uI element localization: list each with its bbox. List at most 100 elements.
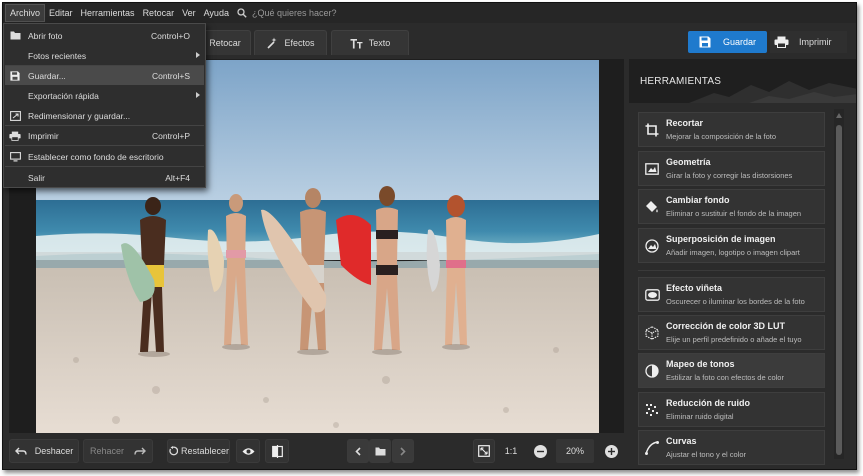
menu-item-label: Salir [28, 172, 46, 183]
folder-icon [375, 447, 385, 455]
print-button-label: Imprimir [799, 37, 832, 47]
tool-superposicion[interactable]: Superposición de imagen Añadir imagen, l… [638, 228, 825, 263]
tool-geometria-title: Geometría [666, 157, 711, 167]
menu-ayuda[interactable]: Ayuda [200, 4, 233, 22]
vignette-icon [644, 287, 660, 303]
zoom-out-button[interactable] [534, 445, 547, 458]
magic-wand-icon [267, 37, 277, 49]
app-window: Archivo Editar Herramientas Retocar Ver … [2, 2, 857, 470]
tab-retocar-label: Retocar [209, 38, 241, 48]
panel-scrollbar[interactable] [834, 109, 844, 459]
menu-item-label: Abrir foto [28, 30, 63, 41]
undo-button[interactable]: Deshacer [9, 439, 79, 463]
search-placeholder: ¿Qué quieres hacer? [251, 8, 337, 18]
zoom-in-button[interactable] [605, 445, 618, 458]
tool-curvas-desc: Ajustar el tono y el color [666, 450, 747, 459]
menu-archivo[interactable]: Archivo [5, 4, 46, 22]
chevron-left-icon [355, 446, 361, 456]
menu-item-abrir-foto[interactable]: Abrir foto Control+O [5, 26, 204, 45]
tool-cambiar-fondo-desc: Eliminar o sustituir el fondo de la imag… [666, 209, 802, 218]
zoom-value[interactable]: 20% [556, 439, 594, 463]
tab-texto[interactable]: Texto [331, 30, 409, 55]
print-button[interactable]: Imprimir [770, 31, 847, 53]
tool-recortar-desc: Mejorar la composición de la foto [666, 132, 777, 141]
menu-item-shortcut: Control+S [151, 70, 190, 81]
save-icon [699, 36, 711, 48]
tools-panel: HERRAMIENTAS Recortar Mejorar la composi… [629, 59, 856, 469]
menu-item-salir[interactable]: Salir Alt+F4 [5, 168, 204, 187]
menu-item-imprimir[interactable]: Imprimir Control+P [5, 126, 204, 145]
menu-item-label: Fotos recientes [28, 50, 87, 61]
fit-screen-button[interactable] [473, 439, 495, 463]
tool-mapeo-tonos[interactable]: Mapeo de tonos Estilizar la foto con efe… [638, 353, 825, 388]
save-button-label: Guardar [722, 37, 757, 47]
menu-item-label: Guardar... [28, 70, 66, 81]
tool-correccion-lut-title: Corrección de color 3D LUT [666, 321, 786, 331]
menu-item-label: Establecer como fondo de escritorio [28, 151, 164, 162]
tool-mapeo-tonos-desc: Estilizar la foto con efectos de color [666, 373, 784, 382]
redo-label: Rehacer [89, 446, 125, 456]
preview-button[interactable] [236, 439, 260, 463]
tool-cambiar-fondo[interactable]: Cambiar fondo Eliminar o sustituir el fo… [638, 189, 825, 224]
menu-item-shortcut: Alt+F4 [165, 172, 190, 183]
tool-reduccion-ruido[interactable]: Reducción de ruido Eliminar ruido digita… [638, 392, 825, 427]
monitor-icon [6, 151, 24, 162]
reset-icon [169, 446, 178, 456]
tab-efectos[interactable]: Efectos [254, 30, 327, 55]
scroll-thumb[interactable] [836, 125, 842, 455]
search-box[interactable]: ¿Qué quieres hacer? [237, 8, 337, 18]
redo-button[interactable]: Rehacer [83, 439, 153, 463]
tool-efecto-vineta[interactable]: Efecto viñeta Oscurecer o iluminar los b… [638, 277, 825, 312]
menu-editar[interactable]: Editar [45, 4, 77, 22]
menu-item-redimensionar[interactable]: Redimensionar y guardar... [5, 106, 204, 125]
tool-curvas[interactable]: Curvas Ajustar el tono y el color [638, 430, 825, 465]
bottom-bar: Deshacer Rehacer Restablecer 1:1 20% [3, 433, 625, 469]
reset-button[interactable]: Restablecer [167, 439, 230, 463]
menu-retocar[interactable]: Retocar [139, 4, 179, 22]
compare-button[interactable] [265, 439, 289, 463]
tool-geometria[interactable]: Geometría Girar la foto y corregir las d… [638, 151, 825, 186]
fit-screen-icon [478, 445, 490, 457]
tab-retocar[interactable]: Retocar [199, 30, 251, 55]
undo-icon [14, 447, 27, 455]
eye-icon [242, 447, 254, 455]
menu-herramientas[interactable]: Herramientas [77, 4, 139, 22]
tool-reduccion-ruido-desc: Eliminar ruido digital [666, 412, 734, 421]
tool-efecto-vineta-desc: Oscurecer o iluminar los bordes de la fo… [666, 297, 805, 306]
menu-item-label: Exportación rápida [28, 90, 99, 101]
redo-icon [134, 447, 147, 455]
geometry-icon [644, 161, 660, 177]
crop-icon [644, 122, 660, 138]
image-overlay-icon [644, 238, 660, 254]
menu-item-exportacion-rapida[interactable]: Exportación rápida [5, 86, 204, 105]
tool-curvas-title: Curvas [666, 436, 697, 446]
save-button[interactable]: Guardar [688, 31, 767, 53]
fill-bucket-icon [644, 199, 660, 215]
zoom-one-to-one-label: 1:1 [504, 446, 518, 456]
menu-item-label: Imprimir [28, 130, 59, 141]
menu-item-fotos-recientes[interactable]: Fotos recientes [5, 46, 204, 65]
compare-icon [271, 444, 283, 458]
menu-item-fondo-escritorio[interactable]: Establecer como fondo de escritorio [5, 147, 204, 166]
tool-recortar[interactable]: Recortar Mejorar la composición de la fo… [638, 112, 825, 147]
panel-title: HERRAMIENTAS [640, 76, 722, 87]
tool-reduccion-ruido-title: Reducción de ruido [666, 398, 751, 408]
lut-cube-icon [644, 325, 660, 341]
tool-mapeo-tonos-title: Mapeo de tonos [666, 359, 735, 369]
tool-correccion-lut-desc: Elije un perfil predefinido o añade el t… [666, 335, 802, 344]
open-folder-button[interactable] [369, 439, 391, 463]
tool-cambiar-fondo-title: Cambiar fondo [666, 195, 730, 205]
prev-image-button[interactable] [347, 439, 369, 463]
zoom-one-to-one-button[interactable]: 1:1 [499, 439, 523, 463]
scroll-up-arrow[interactable] [836, 113, 842, 118]
tab-texto-label: Texto [368, 38, 391, 48]
tool-correccion-lut[interactable]: Corrección de color 3D LUT Elije un perf… [638, 315, 825, 350]
menu-item-shortcut: Control+P [151, 130, 190, 141]
panel-header: HERRAMIENTAS [629, 59, 856, 103]
menu-item-guardar[interactable]: Guardar... Control+S [5, 66, 204, 85]
chevron-right-icon [400, 446, 406, 456]
menu-ver[interactable]: Ver [178, 4, 200, 22]
printer-icon [6, 131, 24, 141]
curves-icon [644, 440, 660, 456]
next-image-button[interactable] [392, 439, 414, 463]
